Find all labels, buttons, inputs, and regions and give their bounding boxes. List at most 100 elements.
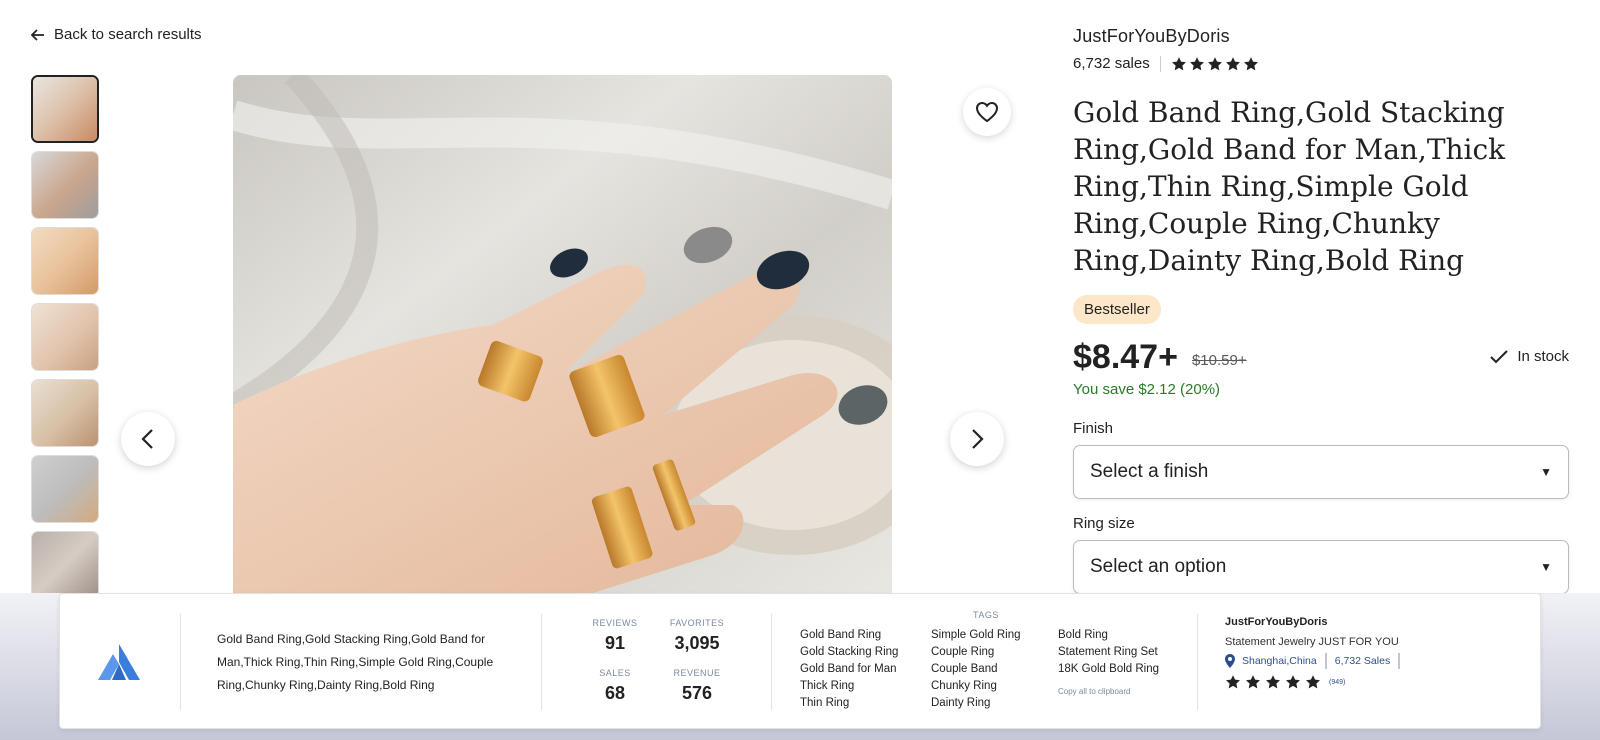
- tags-column-3: Bold Ring Statement Ring Set 18K Gold Bo…: [1058, 627, 1159, 678]
- stat-label: SALES: [599, 668, 631, 678]
- chevron-right-icon: [972, 429, 984, 449]
- stat-value: 91: [604, 633, 626, 653]
- star-icon: [1226, 675, 1240, 689]
- thumbnail-strip: [31, 75, 101, 593]
- tag[interactable]: Dainty Ring: [931, 695, 1020, 712]
- ring-size-label: Ring size: [1073, 515, 1135, 532]
- seller-rating-count: (949): [1329, 678, 1346, 686]
- tag[interactable]: Statement Ring Set: [1058, 644, 1159, 661]
- seller-location-row: Shanghai,China 6,732 Sales: [1225, 653, 1525, 669]
- caret-down-icon: ▼: [1540, 465, 1552, 479]
- thumbnail-6[interactable]: [31, 455, 99, 523]
- tags-column-2: Simple Gold Ring Couple Ring Couple Band…: [931, 627, 1020, 712]
- tag[interactable]: Simple Gold Ring: [931, 627, 1020, 644]
- stat-revenue: REVENUE 576: [657, 668, 737, 704]
- app-logo-icon: [98, 644, 140, 680]
- thumbnail-2[interactable]: [31, 151, 99, 219]
- thumbnail-3[interactable]: [31, 227, 99, 295]
- star-icon: [1189, 56, 1204, 70]
- seller-card: JustForYouByDoris Statement Jewelry JUST…: [1225, 616, 1525, 690]
- location-pin-icon: [1225, 654, 1235, 668]
- thumbnail-7[interactable]: [31, 531, 99, 593]
- previous-image-button[interactable]: [121, 412, 175, 466]
- divider: [1324, 653, 1327, 669]
- tag[interactable]: Gold Band Ring: [800, 627, 898, 644]
- stat-value: 3,095: [674, 633, 720, 653]
- bestseller-badge: Bestseller: [1073, 295, 1161, 324]
- tag[interactable]: 18K Gold Bold Ring: [1058, 661, 1159, 678]
- seller-rating-stars: [1225, 674, 1325, 690]
- shop-sales: 6,732 sales: [1073, 55, 1150, 72]
- copy-tags-link[interactable]: Copy all to clipboard: [1058, 687, 1130, 696]
- stat-value: 576: [681, 683, 713, 703]
- star-icon: [1225, 56, 1240, 70]
- thumbnail-4[interactable]: [31, 303, 99, 371]
- arrow-left-icon: [30, 28, 44, 41]
- back-to-search-link[interactable]: Back to search results: [30, 26, 202, 43]
- heart-icon: [975, 101, 999, 123]
- listing-analytics-panel: Gold Band Ring,Gold Stacking Ring,Gold B…: [59, 593, 1541, 729]
- check-icon: [1490, 349, 1509, 363]
- seller-sales: 6,732 Sales: [1334, 655, 1391, 667]
- divider: [1398, 653, 1401, 669]
- shop-rating-stars[interactable]: [1171, 56, 1259, 72]
- favorite-button[interactable]: [963, 88, 1011, 136]
- shop-meta: 6,732 sales: [1073, 55, 1569, 72]
- finish-select[interactable]: Select a finish ▼: [1073, 445, 1569, 499]
- divider: [541, 614, 542, 710]
- star-icon: [1286, 675, 1300, 689]
- savings-text: You save $2.12 (20%): [1073, 381, 1221, 398]
- star-icon: [1306, 675, 1320, 689]
- tag[interactable]: Gold Stacking Ring: [800, 644, 898, 661]
- stat-value: 68: [604, 683, 626, 703]
- tags-column-1: Gold Band Ring Gold Stacking Ring Gold B…: [800, 627, 898, 712]
- divider: [1197, 614, 1198, 710]
- star-icon: [1207, 56, 1222, 70]
- shop-name-link[interactable]: JustForYouByDoris: [1073, 26, 1569, 47]
- stat-reviews: REVIEWS 91: [575, 618, 655, 654]
- thumbnail-1[interactable]: [31, 75, 99, 143]
- tag[interactable]: Chunky Ring: [931, 678, 1020, 695]
- main-product-image: [233, 75, 892, 593]
- chevron-left-icon: [141, 429, 153, 449]
- price-row: $8.47+ $10.59+ In stock: [1073, 338, 1569, 377]
- product-photo: [233, 75, 892, 593]
- seller-rating: (949): [1225, 674, 1525, 690]
- stock-status: In stock: [1489, 348, 1569, 365]
- stat-favorites: FAVORITES 3,095: [657, 618, 737, 654]
- ring-size-select-value: Select an option: [1090, 556, 1227, 577]
- star-icon: [1266, 675, 1280, 689]
- divider: [1159, 55, 1161, 72]
- stat-sales: SALES 68: [575, 668, 655, 704]
- listing-title: Gold Band Ring,Gold Stacking Ring,Gold B…: [1073, 96, 1506, 277]
- finish-label: Finish: [1073, 420, 1114, 437]
- seller-location: Shanghai,China: [1242, 655, 1317, 667]
- original-price: $10.59+: [1191, 352, 1247, 369]
- stat-label: REVENUE: [673, 668, 721, 678]
- stock-label: In stock: [1517, 348, 1569, 365]
- product-info: JustForYouByDoris 6,732 sales Gold Band …: [1073, 26, 1569, 594]
- next-image-button[interactable]: [950, 412, 1004, 466]
- finish-select-value: Select a finish: [1090, 461, 1209, 482]
- star-icon: [1171, 56, 1186, 70]
- star-icon: [1246, 675, 1260, 689]
- tag[interactable]: Couple Band: [931, 661, 1020, 678]
- ring-size-select[interactable]: Select an option ▼: [1073, 540, 1569, 594]
- seller-tagline: Statement Jewelry JUST FOR YOU: [1225, 636, 1399, 648]
- caret-down-icon: ▼: [1540, 560, 1552, 574]
- stat-label: REVIEWS: [592, 618, 638, 628]
- star-icon: [1243, 56, 1258, 70]
- divider: [771, 614, 772, 710]
- back-link-label: Back to search results: [54, 26, 202, 43]
- listing-page: Back to search results JustForYouByDoris…: [0, 0, 1600, 740]
- tags-heading: TAGS: [973, 610, 999, 620]
- tag[interactable]: Thin Ring: [800, 695, 898, 712]
- seller-name[interactable]: JustForYouByDoris: [1225, 616, 1525, 628]
- panel-listing-title: Gold Band Ring,Gold Stacking Ring,Gold B…: [217, 632, 494, 692]
- current-price: $8.47+: [1073, 338, 1178, 376]
- tag[interactable]: Gold Band for Man: [800, 661, 898, 678]
- tag[interactable]: Couple Ring: [931, 644, 1020, 661]
- thumbnail-5[interactable]: [31, 379, 99, 447]
- tag[interactable]: Thick Ring: [800, 678, 898, 695]
- tag[interactable]: Bold Ring: [1058, 627, 1159, 644]
